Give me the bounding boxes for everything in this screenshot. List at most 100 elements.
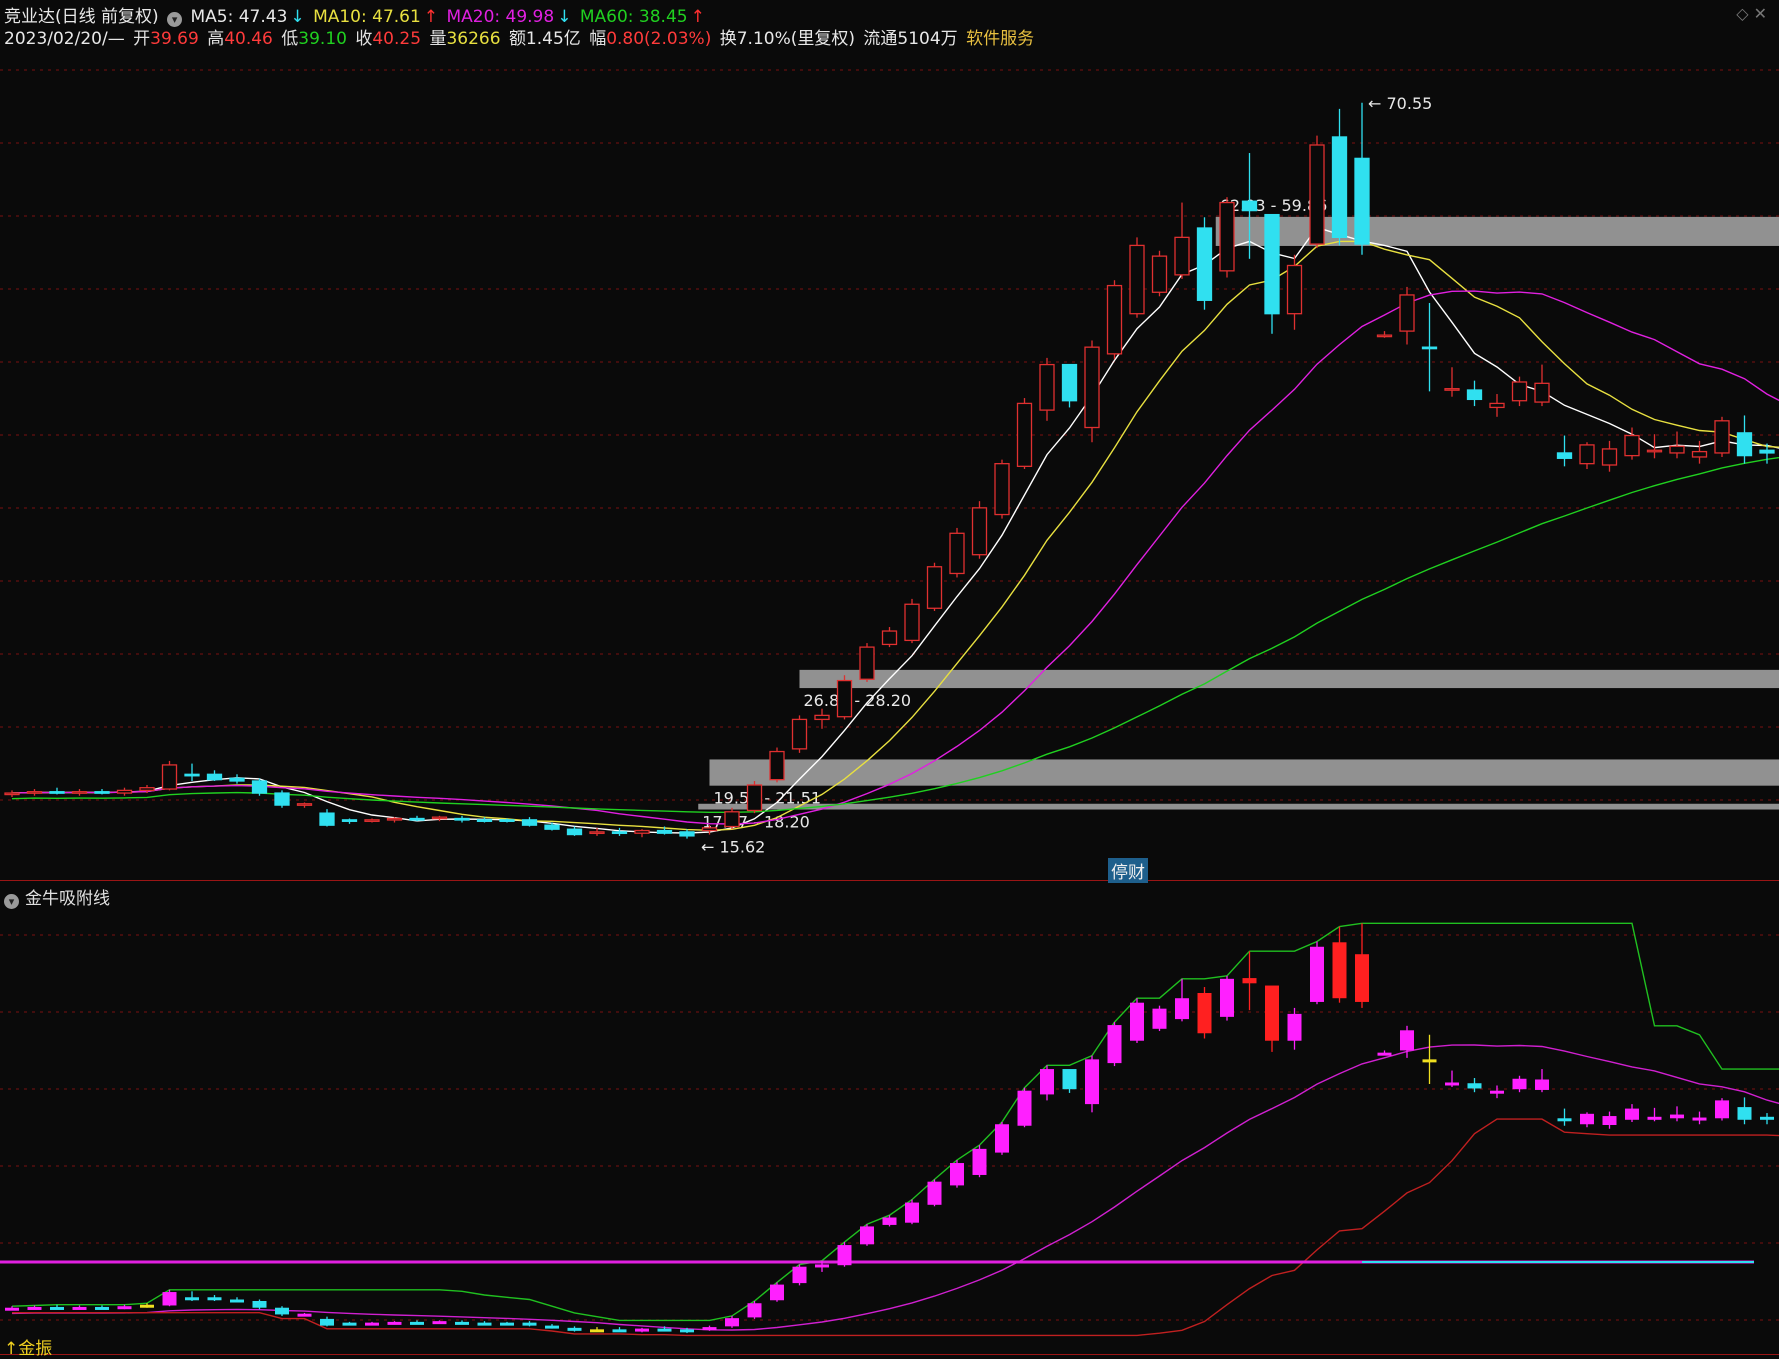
indicator-candle	[1265, 986, 1279, 1041]
candle	[1243, 201, 1257, 210]
candle	[1063, 365, 1077, 401]
candle	[1580, 445, 1594, 464]
volume-tag: 量	[429, 29, 446, 49]
candle	[1220, 203, 1234, 271]
candle	[748, 785, 762, 810]
change-tag: 幅	[589, 29, 606, 49]
date-label: 2023/02/20/—	[4, 29, 125, 49]
indicator-candle	[118, 1306, 132, 1309]
indicator-candle	[1513, 1079, 1527, 1089]
candle	[793, 719, 807, 748]
diamond-icon[interactable]: ◇	[1736, 4, 1748, 23]
indicator-candle	[433, 1321, 447, 1324]
candle	[1513, 382, 1527, 401]
candle	[1625, 436, 1639, 456]
indicator-candle	[1760, 1117, 1774, 1120]
indicator-candle	[1535, 1080, 1549, 1090]
candle	[185, 774, 199, 776]
indicator-candle	[1198, 993, 1212, 1033]
candle	[973, 508, 987, 555]
close-icon[interactable]: ✕	[1754, 4, 1767, 23]
indicator-candle	[523, 1323, 537, 1326]
indicator-candle	[1423, 1059, 1437, 1062]
candle	[1085, 347, 1099, 427]
indicator-candle	[388, 1322, 402, 1325]
candle	[5, 793, 19, 795]
change-value: 0.80(2.03%)	[606, 29, 711, 49]
candle	[28, 792, 42, 794]
candle	[815, 715, 829, 719]
indicator-candle	[590, 1329, 604, 1332]
indicator-candle	[5, 1308, 19, 1311]
candle	[1265, 215, 1279, 314]
indicator-candle	[50, 1307, 64, 1310]
candle	[320, 813, 334, 825]
high-price-label: ← 70.55	[1368, 94, 1432, 113]
candle	[635, 831, 649, 834]
indicator-candle	[320, 1319, 334, 1326]
indicator-candle	[410, 1322, 424, 1325]
candle	[478, 820, 492, 822]
indicator-name: 金牛吸附线	[25, 889, 110, 909]
candle	[1715, 421, 1729, 453]
indicator-panel-title[interactable]: ▾ 金牛吸附线	[4, 884, 110, 909]
indicator-candle	[860, 1226, 874, 1244]
indicator-candle	[208, 1297, 222, 1300]
candle	[658, 831, 672, 834]
candle	[275, 793, 289, 805]
indicator-candle	[1693, 1118, 1707, 1121]
low-value: 39.10	[298, 29, 347, 49]
indicator-candle	[1603, 1116, 1617, 1125]
indicator-candle	[28, 1307, 42, 1310]
dropdown-icon[interactable]: ▾	[4, 894, 19, 909]
sector-link[interactable]: 软件服务	[966, 29, 1034, 49]
indicator-candle	[658, 1329, 672, 1332]
indicator-candle	[635, 1329, 649, 1332]
indicator-candle	[230, 1300, 244, 1303]
candle	[838, 681, 852, 717]
candle	[950, 533, 964, 573]
indicator-candle	[1243, 978, 1257, 983]
indicator-candle	[568, 1328, 582, 1331]
candle	[1400, 295, 1414, 331]
candle	[995, 464, 1009, 515]
indicator-candle	[1063, 1069, 1077, 1089]
indicator-candle	[1040, 1069, 1054, 1094]
indicator-candle	[770, 1285, 784, 1301]
candle	[1018, 403, 1032, 466]
indicator-candle	[1288, 1014, 1302, 1041]
candle	[298, 804, 312, 806]
low-price-label: ← 15.62	[701, 838, 765, 857]
stop-trading-label: 停财	[1108, 858, 1148, 883]
indicator-candle	[185, 1297, 199, 1300]
candle	[1535, 383, 1549, 402]
indicator-candle	[815, 1264, 829, 1267]
candle	[883, 631, 897, 644]
candle	[163, 765, 177, 789]
indicator-candle	[365, 1323, 379, 1326]
close-value: 40.25	[372, 29, 421, 49]
bottom-indicator-label: ↑金振	[4, 1334, 52, 1359]
indicator-candle	[1153, 1009, 1167, 1029]
candle	[568, 829, 582, 834]
candle	[1333, 137, 1347, 237]
zone-label: 26.84 - 28.20	[804, 691, 912, 710]
candle	[1288, 265, 1302, 313]
candle	[1670, 446, 1684, 453]
candle	[905, 604, 919, 640]
candle	[1130, 245, 1144, 313]
indicator-candle	[455, 1322, 469, 1325]
candle	[140, 788, 154, 791]
support-zone-band	[698, 804, 1779, 810]
high-tag: 高	[207, 29, 224, 49]
indicator-candle	[1648, 1117, 1662, 1120]
candle	[253, 781, 267, 793]
indicator-candle	[253, 1301, 267, 1308]
indicator-candle	[1018, 1091, 1032, 1126]
indicator-candle	[1130, 1003, 1144, 1041]
candle	[500, 820, 514, 822]
candle	[95, 792, 109, 794]
candle	[523, 820, 537, 825]
indicator-candle	[1670, 1115, 1684, 1119]
indicator-candle	[613, 1329, 627, 1332]
